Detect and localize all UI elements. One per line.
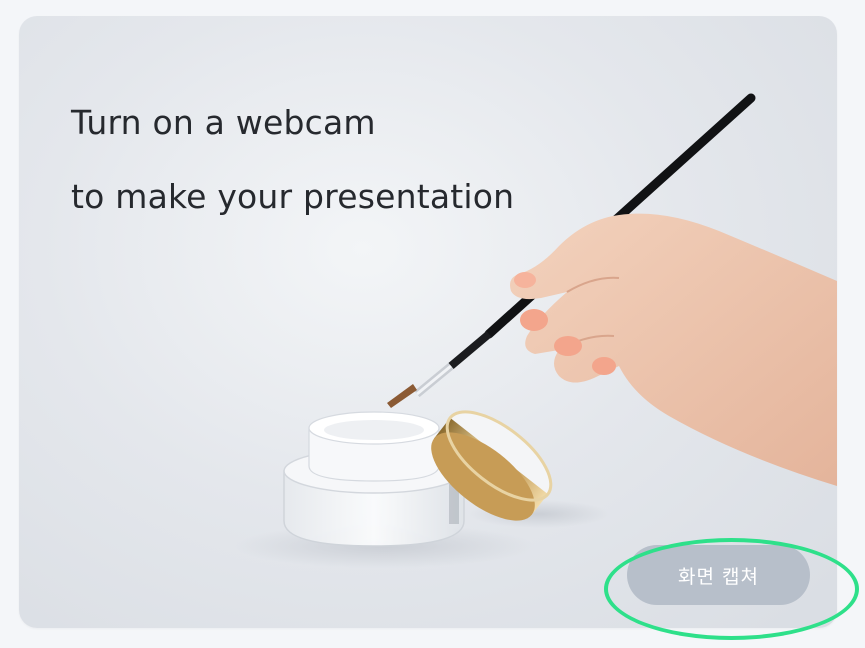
webcam-prompt-heading: Turn on a webcam to make your presentati… bbox=[71, 86, 514, 234]
screen-capture-button[interactable]: 화면 캡쳐 bbox=[627, 545, 810, 605]
hand bbox=[510, 213, 837, 486]
webcam-preview-card: Turn on a webcam to make your presentati… bbox=[19, 16, 837, 628]
heading-line-1: Turn on a webcam bbox=[71, 103, 376, 142]
heading-line-2: to make your presentation bbox=[71, 177, 515, 216]
cosmetic-jar bbox=[283, 411, 465, 547]
